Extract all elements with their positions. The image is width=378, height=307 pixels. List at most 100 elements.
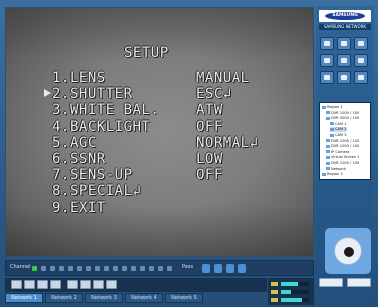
hdd-icon: [271, 282, 278, 286]
tree-item[interactable]: DVR 1000 / 100: [326, 161, 359, 166]
speed-4-button[interactable]: [238, 264, 246, 273]
ptz-control: [325, 228, 371, 274]
tab-network[interactable]: Network 3: [85, 293, 123, 303]
channel-dot[interactable]: [122, 266, 127, 271]
zoom-out-button[interactable]: [347, 278, 371, 287]
tab-network[interactable]: Network 1: [5, 293, 43, 303]
osd-menu-row[interactable]: 4. BACKLIGHT OFF: [52, 118, 282, 135]
tab-network[interactable]: Network 5: [165, 293, 203, 303]
speed-2-button[interactable]: [214, 264, 222, 273]
device-icon: [326, 144, 330, 148]
osd-item-label: WHITE BAL.: [70, 102, 160, 119]
playback-icon[interactable]: [337, 54, 351, 67]
speed-1-button[interactable]: [202, 264, 210, 273]
status-panel: [268, 278, 314, 305]
tree-item[interactable]: DVR 3000 / 100: [326, 116, 359, 121]
channel-dot[interactable]: [149, 266, 154, 271]
tree-item-label: CAM 1: [335, 121, 347, 126]
channel-dot[interactable]: [50, 266, 55, 271]
brand-logo: SAMSUNG: [319, 10, 371, 22]
osd-menu-row[interactable]: 8. SPECIAL↲: [52, 183, 282, 199]
osd-item-number: 3.: [52, 102, 70, 119]
osd-menu-row[interactable]: 7. SENS-UP OFF: [52, 167, 282, 184]
camera-icon[interactable]: [320, 37, 334, 50]
layout-16-button[interactable]: [106, 280, 117, 289]
play-button[interactable]: [24, 280, 35, 289]
tree-item[interactable]: Virtual Screen 1: [326, 155, 360, 160]
exit-icon[interactable]: [354, 71, 368, 84]
osd-item-value: OFF: [196, 167, 223, 184]
channel-dot[interactable]: [131, 266, 136, 271]
ptz-joystick[interactable]: [334, 237, 362, 265]
channel-dot[interactable]: [95, 266, 100, 271]
channel-dot[interactable]: [68, 266, 73, 271]
osd-menu-row[interactable]: 1. LENS MANUAL: [52, 70, 282, 86]
osd-menu-row[interactable]: 3. WHITE BAL. ATW: [52, 102, 282, 119]
tree-item[interactable]: CAM 2: [330, 127, 347, 133]
channel-dot[interactable]: [113, 266, 118, 271]
osd-title: SETUP: [124, 45, 169, 61]
tab-network[interactable]: Network 2: [45, 293, 83, 303]
app-window: SETUP 1. LENS MANUAL 2. SHUTTER ESC↲ 3. WHITE B…: [0, 0, 378, 307]
tree-item[interactable]: DVR 1000 / 100: [326, 139, 359, 144]
playback-controls: [5, 278, 267, 292]
forward-button[interactable]: [50, 280, 61, 289]
joystick-center-icon[interactable]: [344, 247, 354, 257]
channel-dot[interactable]: [140, 266, 145, 271]
channel-dot[interactable]: [104, 266, 109, 271]
device-icon: [326, 167, 330, 171]
channel-dot[interactable]: [59, 266, 64, 271]
channel-bar-label: Channel: [10, 264, 31, 270]
channel-dot[interactable]: [86, 266, 91, 271]
right-panel: SAMSUNG SAMSUNG NETWORK Region 1 DVR 1000…: [316, 6, 374, 302]
settings-icon[interactable]: [354, 54, 368, 67]
channel-dot[interactable]: [158, 266, 163, 271]
log-icon[interactable]: [337, 71, 351, 84]
osd-item-number: 6.: [52, 151, 70, 167]
device-icon: [326, 150, 330, 154]
pause-button[interactable]: [37, 280, 48, 289]
tree-item[interactable]: Region 2: [322, 172, 343, 177]
monitor-icon[interactable]: [320, 54, 334, 67]
channel-dot[interactable]: [77, 266, 82, 271]
layout-9-button[interactable]: [93, 280, 104, 289]
tree-item-label: Region 2: [327, 172, 343, 177]
map-icon[interactable]: [320, 71, 334, 84]
channel-dot[interactable]: [32, 266, 37, 271]
tree-item-label: Virtual Screen 1: [331, 155, 360, 160]
tab-network[interactable]: Network 4: [125, 293, 163, 303]
osd-item-number: 1.: [52, 70, 70, 86]
osd-menu-row[interactable]: 9. EXIT: [52, 200, 282, 216]
brand-logo-text: SAMSUNG: [325, 12, 365, 20]
record-icon[interactable]: [337, 37, 351, 50]
rewind-button[interactable]: [11, 280, 22, 289]
osd-item-value: OFF: [196, 118, 223, 135]
search-icon[interactable]: [354, 37, 368, 50]
tree-item[interactable]: Network: [326, 167, 346, 172]
tree-item[interactable]: IP Camera: [326, 150, 349, 155]
device-icon: [322, 172, 326, 176]
channel-dot[interactable]: [167, 266, 172, 271]
osd-menu-row[interactable]: 5. AGC NORMAL↲: [52, 135, 282, 151]
tree-item[interactable]: CAM 1: [330, 122, 347, 127]
tree-item[interactable]: DVR 1000 / 100: [326, 111, 359, 116]
tool-grid: [320, 37, 370, 101]
layout-4-button[interactable]: [80, 280, 91, 289]
osd-menu-row[interactable]: 6. SSNR LOW: [52, 151, 282, 167]
osd-item-number: 7.: [52, 167, 70, 184]
device-icon: [330, 127, 334, 131]
tree-item[interactable]: Region 1: [322, 105, 343, 110]
network-icon: [271, 298, 278, 302]
osd-menu-row[interactable]: 2. SHUTTER ESC↲: [44, 86, 282, 102]
zoom-in-button[interactable]: [319, 278, 343, 287]
channel-dot[interactable]: [41, 266, 46, 271]
device-tree: Region 1 DVR 1000 / 100 DVR 3000 / 100 CAM …: [319, 102, 371, 180]
speed-3-button[interactable]: [226, 264, 234, 273]
layout-1-button[interactable]: [67, 280, 78, 289]
brand-subtitle: SAMSUNG NETWORK: [319, 24, 371, 30]
video-display[interactable]: SETUP 1. LENS MANUAL 2. SHUTTER ESC↲ 3. WHITE B…: [5, 7, 314, 257]
tree-item-label: Region 1: [327, 105, 343, 109]
tree-item[interactable]: CAM 3: [330, 133, 347, 138]
device-icon: [330, 122, 334, 126]
tree-item[interactable]: DVR 1000 / 100: [326, 144, 359, 149]
